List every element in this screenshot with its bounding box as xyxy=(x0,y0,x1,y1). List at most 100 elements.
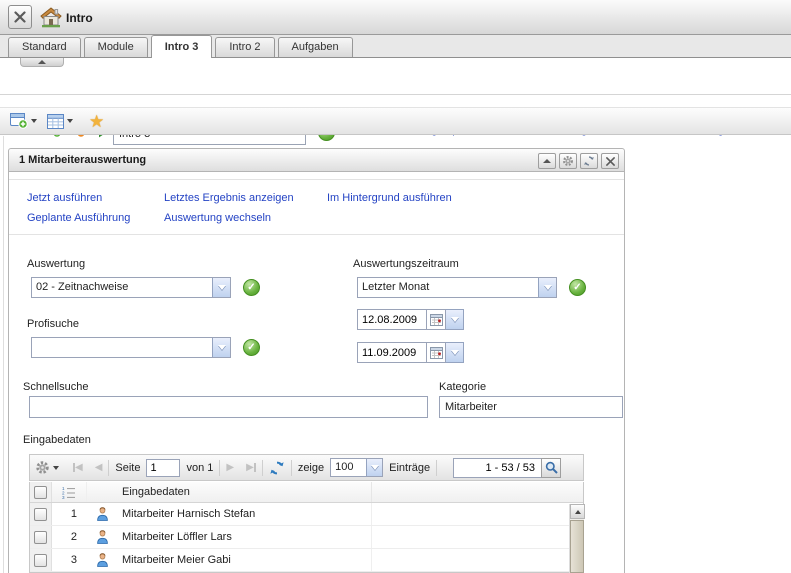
dropdown-trigger-button[interactable] xyxy=(212,278,230,297)
separator xyxy=(219,460,220,476)
row-check-cell[interactable] xyxy=(30,526,52,548)
row-number: 2 xyxy=(52,526,87,548)
panel-settings-button[interactable] xyxy=(559,153,577,169)
kategorie-input[interactable] xyxy=(439,396,623,418)
row-check-cell[interactable] xyxy=(30,549,52,571)
table-row[interactable]: 3 Mitarbeiter Meier Gabi xyxy=(30,549,583,572)
scroll-up-button[interactable] xyxy=(570,504,585,519)
content-left-border xyxy=(3,136,4,573)
separator xyxy=(9,179,624,180)
zeitraum-select[interactable]: Letzter Monat xyxy=(357,277,557,298)
page-size-select[interactable]: 100 xyxy=(330,458,383,477)
row-check-cell[interactable] xyxy=(30,503,52,525)
row-number: 3 xyxy=(52,549,87,571)
app-window: Intro Standard Module Intro 3 Intro 2 Au… xyxy=(0,0,791,573)
page-size-value: 100 xyxy=(331,459,366,476)
switch-report-link[interactable]: Auswertung wechseln xyxy=(164,212,271,224)
add-portlet-button[interactable] xyxy=(10,113,37,129)
profisuche-label: Profisuche xyxy=(27,318,79,330)
window-add-icon xyxy=(10,113,28,129)
dropdown-trigger-button[interactable] xyxy=(212,338,230,357)
collapse-up-icon xyxy=(38,60,46,64)
eingabedaten-label: Eingabedaten xyxy=(23,434,91,446)
data-column-header[interactable]: Eingabedaten xyxy=(117,482,372,502)
separator xyxy=(108,460,109,476)
close-icon xyxy=(14,11,26,23)
chevron-down-icon xyxy=(31,119,37,123)
collapse-panel-button[interactable] xyxy=(538,153,556,169)
collapse-toolbar-handle[interactable] xyxy=(20,58,64,67)
dropdown-trigger-button[interactable] xyxy=(366,459,382,476)
separator xyxy=(436,460,437,476)
date-from-group xyxy=(357,309,464,330)
close-window-button[interactable] xyxy=(8,5,32,29)
icon-column-header[interactable] xyxy=(87,482,117,502)
row-number-column-header[interactable]: 1 2 3 xyxy=(52,482,87,502)
dropdown-trigger-button[interactable] xyxy=(538,278,556,297)
date-to-input[interactable] xyxy=(357,342,427,363)
svg-text:3: 3 xyxy=(62,495,65,499)
row-checkbox[interactable] xyxy=(34,531,47,544)
search-button[interactable] xyxy=(541,458,561,478)
prev-page-button[interactable]: ◀ xyxy=(95,463,103,473)
run-in-background-link[interactable]: Im Hintergrund ausführen xyxy=(327,192,452,204)
gear-icon xyxy=(35,460,50,475)
favorite-star-icon[interactable]: ★ xyxy=(89,113,104,130)
select-all-cell[interactable] xyxy=(30,482,52,502)
page-count-label: von 1 xyxy=(186,462,213,474)
tab-intro-2[interactable]: Intro 2 xyxy=(215,37,274,57)
home-icon xyxy=(40,7,62,31)
chevron-down-icon xyxy=(544,285,552,290)
mitarbeiterauswertung-panel: 1 Mitarbeiterauswertung xyxy=(8,148,625,573)
dropdown-trigger-button[interactable] xyxy=(446,342,464,363)
row-checkbox[interactable] xyxy=(34,508,47,521)
zeitraum-label: Auswertungszeitraum xyxy=(353,258,459,270)
auswertung-label: Auswertung xyxy=(27,258,85,270)
show-last-result-link[interactable]: Letztes Ergebnis anzeigen xyxy=(164,192,294,204)
eintraege-label: Einträge xyxy=(389,462,430,474)
schnellsuche-input[interactable] xyxy=(29,396,428,418)
row-text: Mitarbeiter Meier Gabi xyxy=(117,549,372,571)
last-page-button[interactable]: ▶ xyxy=(246,463,256,473)
zeitraum-value: Letzter Monat xyxy=(358,278,538,297)
calendar-button[interactable] xyxy=(427,342,446,363)
run-now-link[interactable]: Jetzt ausführen xyxy=(27,192,102,204)
page-number-input[interactable] xyxy=(146,459,180,477)
profisuche-select[interactable] xyxy=(31,337,231,358)
tab-module[interactable]: Module xyxy=(84,37,148,57)
separator xyxy=(291,460,292,476)
row-checkbox[interactable] xyxy=(34,554,47,567)
first-page-button[interactable]: ◀ xyxy=(73,463,83,473)
scrollbar-thumb[interactable] xyxy=(570,520,584,573)
close-panel-button[interactable] xyxy=(601,153,619,169)
layout-menu-button[interactable] xyxy=(47,114,73,129)
grid-settings-button[interactable] xyxy=(35,460,59,475)
panel-header: 1 Mitarbeiterauswertung xyxy=(8,148,625,172)
row-text: Mitarbeiter Löffler Lars xyxy=(117,526,372,548)
close-icon xyxy=(606,157,615,166)
row-number: 1 xyxy=(52,503,87,525)
valid-check-icon: ✓ xyxy=(243,279,260,296)
intro-toolbar: ✓ Als Vorlage speichern Aus Vorlage lade… xyxy=(0,58,791,95)
title-bar: Intro xyxy=(0,0,791,35)
auswertung-select[interactable]: 02 - Zeitnachweise xyxy=(31,277,231,298)
next-page-button[interactable]: ▶ xyxy=(226,463,234,473)
grid-vertical-scrollbar[interactable] xyxy=(569,504,584,573)
collapse-up-icon xyxy=(543,159,551,163)
dropdown-trigger-button[interactable] xyxy=(446,309,464,330)
portal-toolbar: ★ xyxy=(0,107,791,135)
valid-check-icon: ✓ xyxy=(569,279,586,296)
tab-intro-3[interactable]: Intro 3 xyxy=(151,35,213,58)
row-text: Mitarbeiter Harnisch Stefan xyxy=(117,503,372,525)
calendar-button[interactable] xyxy=(427,309,446,330)
grid-refresh-button[interactable] xyxy=(269,460,285,476)
tab-standard[interactable]: Standard xyxy=(8,37,81,57)
select-all-checkbox[interactable] xyxy=(34,486,47,499)
range-search-group xyxy=(453,458,560,478)
table-row[interactable]: 2 Mitarbeiter Löffler Lars xyxy=(30,526,583,549)
tab-aufgaben[interactable]: Aufgaben xyxy=(278,37,353,57)
date-from-input[interactable] xyxy=(357,309,427,330)
table-row[interactable]: 1 Mitarbeiter Harnisch Stefan xyxy=(30,503,583,526)
panel-refresh-button[interactable] xyxy=(580,153,598,169)
scheduled-run-link[interactable]: Geplante Ausführung xyxy=(27,212,130,224)
